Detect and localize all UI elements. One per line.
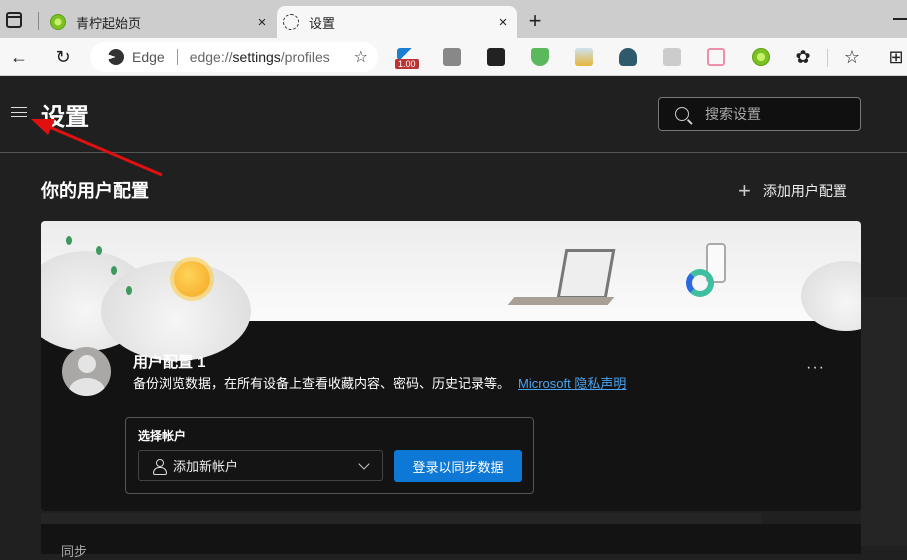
- sync-card: 同步: [41, 524, 861, 559]
- tab-title: 青柠起始页: [76, 15, 142, 31]
- spy-icon[interactable]: [619, 48, 637, 66]
- collections-icon[interactable]: ⊞: [885, 46, 907, 68]
- adguard-icon[interactable]: [531, 48, 549, 66]
- new-tab-button[interactable]: +: [523, 8, 547, 34]
- image-downloader-icon[interactable]: [575, 48, 593, 66]
- browser-toolbar: ← ↻ Edge edge://settings/profiles ☆ ✿ ☆ …: [0, 38, 907, 76]
- sync-label: 同步: [61, 544, 88, 559]
- cloud-shape: [801, 261, 861, 331]
- extensions-icon[interactable]: ✿: [792, 46, 814, 68]
- search-input[interactable]: 搜索设置: [658, 97, 861, 131]
- lime-icon[interactable]: [752, 48, 770, 66]
- laptop-illustration: [556, 249, 616, 299]
- lastpass-icon[interactable]: [487, 48, 505, 66]
- account-label: 选择帐户: [138, 429, 187, 443]
- url-host: settings: [232, 49, 281, 65]
- address-divider: [176, 49, 178, 65]
- account-select-value: 添加新帐户: [173, 459, 239, 474]
- profile-card: 用户配置 1 备份浏览数据，在所有设备上查看收藏内容、密码、历史记录等。 Micr…: [41, 221, 861, 511]
- add-profile-label: 添加用户配置: [762, 183, 847, 199]
- chevron-down-icon: [358, 457, 370, 470]
- sync-banner-image: [41, 221, 861, 361]
- close-tab-icon[interactable]: ×: [252, 14, 272, 31]
- sun-icon: [174, 261, 210, 297]
- tab-settings[interactable]: 设置 ×: [277, 6, 517, 38]
- account-box: 选择帐户 添加新帐户 登录以同步数据: [125, 417, 534, 494]
- right-gutter: [861, 297, 907, 546]
- minimize-button[interactable]: [893, 18, 907, 20]
- account-select[interactable]: 添加新帐户: [138, 450, 383, 481]
- section-divider: [41, 513, 761, 524]
- avatar-body: [69, 378, 105, 396]
- leaf-icon: [126, 286, 132, 295]
- url-path: /profiles: [280, 49, 330, 65]
- plus-icon: +: [738, 178, 751, 203]
- refresh-icon[interactable]: ↻: [52, 46, 74, 68]
- settings-page: 设置 搜索设置 你的用户配置 + 添加用户配置 用户配置 1 备份浏览数据，在所…: [0, 77, 907, 559]
- privacy-link[interactable]: Microsoft 隐私声明: [518, 376, 626, 391]
- toolbar-separator: [827, 49, 828, 67]
- tab-bar: 青柠起始页 × 设置 × +: [0, 0, 907, 38]
- address-bar[interactable]: Edge edge://settings/profiles ☆: [90, 42, 378, 72]
- extension-badge: 1.00: [395, 59, 419, 69]
- favorites-icon[interactable]: ☆: [841, 46, 863, 68]
- laptop-keyboard: [507, 297, 615, 305]
- url-prefix: edge://: [189, 49, 233, 65]
- section-title: 你的用户配置: [41, 181, 149, 201]
- leaf-icon: [96, 246, 102, 255]
- person-icon: [153, 458, 167, 475]
- tampermonkey-icon[interactable]: [443, 48, 461, 66]
- menu-icon[interactable]: [11, 107, 27, 117]
- back-icon[interactable]: ←: [8, 46, 30, 68]
- add-favorite-icon[interactable]: ☆: [354, 47, 368, 67]
- tv-icon[interactable]: [707, 48, 725, 66]
- search-icon: [675, 107, 689, 121]
- copy-icon[interactable]: [663, 48, 681, 66]
- site-label: Edge: [132, 49, 165, 65]
- tab-title: 设置: [309, 15, 336, 31]
- leaf-icon: [66, 236, 72, 245]
- page-title: 设置: [41, 104, 89, 131]
- add-profile-button[interactable]: + 添加用户配置: [738, 178, 847, 204]
- url-text: edge://settings/profiles: [190, 49, 330, 65]
- leaf-icon: [111, 266, 117, 275]
- description-text: 备份浏览数据，在所有设备上查看收藏内容、密码、历史记录等。: [133, 376, 511, 391]
- edge-icon: [108, 49, 124, 65]
- profile-description: 备份浏览数据，在所有设备上查看收藏内容、密码、历史记录等。 Microsoft 隐…: [133, 373, 626, 392]
- tab-separator: [38, 12, 39, 30]
- lime-icon: [50, 14, 66, 30]
- sign-in-sync-button[interactable]: 登录以同步数据: [394, 450, 522, 482]
- settings-header: 设置 搜索设置: [0, 77, 907, 153]
- search-placeholder: 搜索设置: [705, 106, 761, 122]
- avatar-head: [78, 355, 96, 373]
- sync-ring-icon: [686, 269, 714, 297]
- gear-icon: [283, 14, 299, 30]
- close-tab-icon[interactable]: ×: [493, 14, 513, 31]
- tab-actions-icon[interactable]: [6, 12, 22, 28]
- tab-qingning[interactable]: 青柠起始页 ×: [44, 6, 276, 38]
- avatar: [62, 347, 111, 396]
- profile-name: 用户配置 1: [133, 354, 206, 371]
- more-options-button[interactable]: ···: [806, 359, 825, 377]
